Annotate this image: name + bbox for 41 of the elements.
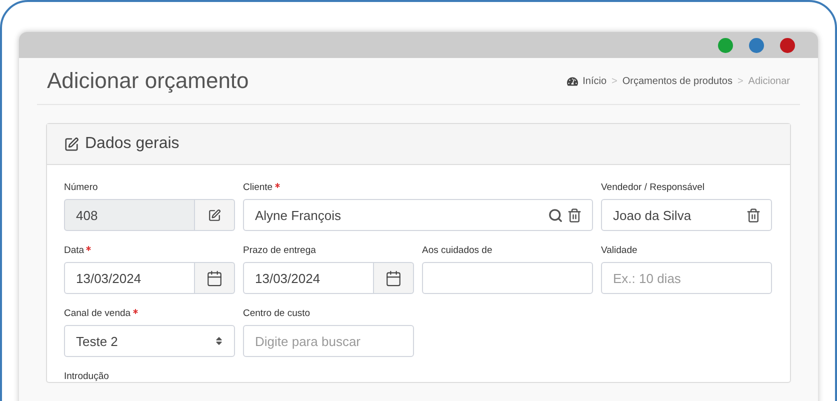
field-label: Cliente: [243, 182, 273, 193]
required-icon: [274, 183, 280, 188]
field-label: Validade: [601, 245, 638, 256]
field-label: Canal de venda: [64, 308, 131, 319]
card-title: Dados gerais: [85, 135, 180, 153]
sort-icon: [214, 336, 224, 346]
breadcrumb-link[interactable]: Início: [582, 76, 607, 86]
edit-icon: [208, 208, 221, 222]
field-label: Introdução: [64, 371, 109, 382]
breadcrumb-separator: >: [612, 76, 618, 86]
edit-icon: [64, 136, 79, 152]
lookup-field[interactable]: Alyne François: [243, 199, 593, 231]
breadcrumb-link[interactable]: Orçamentos de produtos: [622, 76, 732, 86]
date-field[interactable]: 13/03/2024: [64, 262, 195, 294]
field-label: Prazo de entrega: [243, 245, 316, 256]
search-icon[interactable]: [548, 208, 563, 222]
calendar-icon: [385, 270, 402, 286]
window-dot[interactable]: [718, 38, 733, 52]
lookup-field[interactable]: Joao da Silva: [601, 199, 772, 231]
select-field[interactable]: Teste 2: [64, 325, 235, 357]
breadcrumb-separator: >: [737, 76, 744, 86]
required-icon: [86, 246, 92, 251]
trash-icon[interactable]: [746, 208, 761, 222]
field-label: Vendedor / Responsável: [601, 182, 705, 193]
breadcrumb-current: Adicionar: [748, 76, 790, 86]
edit-button[interactable]: [195, 199, 235, 231]
calendar-button[interactable]: [195, 262, 235, 294]
field-label: Número: [64, 182, 98, 193]
text-field[interactable]: [422, 262, 593, 294]
field-label: Aos cuidados de: [422, 245, 492, 256]
calendar-button[interactable]: [374, 262, 414, 294]
page-title: Adicionar orçamento: [47, 68, 249, 94]
dashboard-icon: [566, 76, 578, 86]
date-field[interactable]: 13/03/2024: [243, 262, 374, 294]
trash-icon[interactable]: [567, 208, 582, 222]
window-dot[interactable]: [749, 38, 764, 52]
calendar-icon: [206, 270, 223, 286]
field-label: Centro de custo: [243, 308, 310, 319]
field-label: Data: [64, 245, 84, 256]
window-dot[interactable]: [780, 38, 795, 52]
required-icon: [132, 309, 138, 314]
